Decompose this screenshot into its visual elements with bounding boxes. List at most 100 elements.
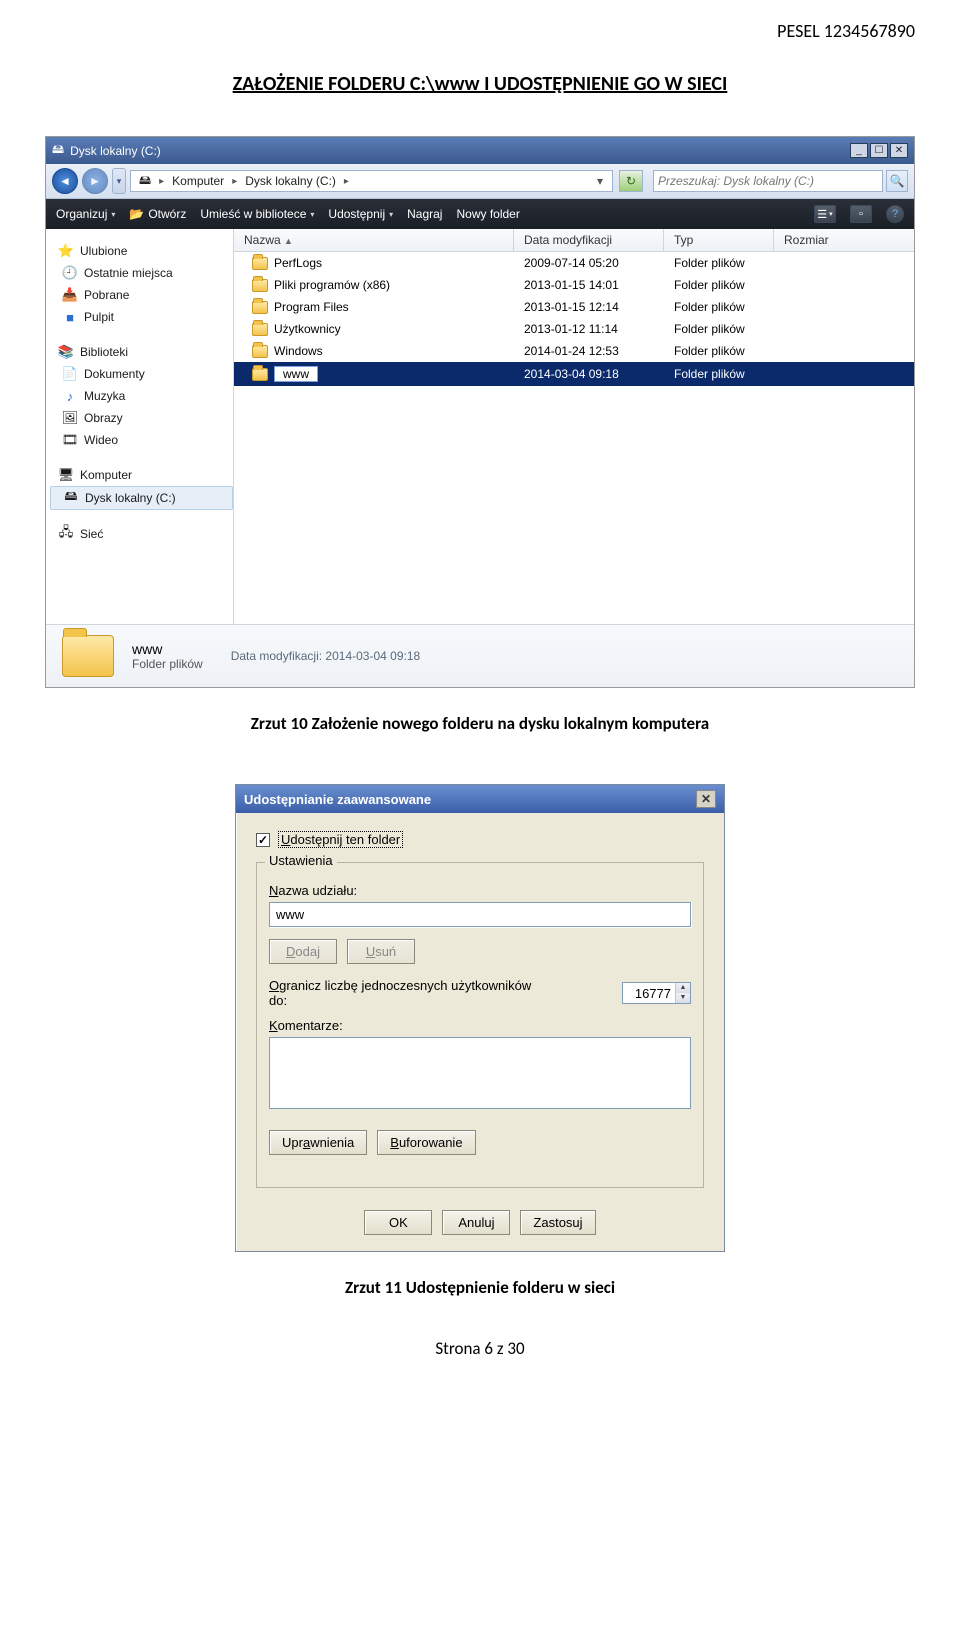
- drive-icon: 🖴: [52, 140, 64, 161]
- nav-history-drop[interactable]: ▾: [112, 168, 126, 194]
- window-title: Dysk lokalny (C:): [70, 144, 161, 158]
- help-button[interactable]: ?: [886, 205, 904, 223]
- minimize-button[interactable]: _: [850, 143, 868, 158]
- breadcrumb-seg[interactable]: Komputer: [168, 174, 228, 188]
- desktop-icon: ■: [62, 309, 78, 325]
- chevron-icon: ▸: [155, 176, 168, 187]
- figure-caption: Zrzut 10 Założenie nowego folderu na dys…: [45, 713, 915, 734]
- details-pane: www Folder plików Data modyfikacji: 2014…: [46, 624, 914, 687]
- computer-header[interactable]: 🖥Komputer: [50, 461, 233, 486]
- drive-icon: 🖴: [63, 490, 79, 506]
- table-row[interactable]: Użytkownicy 2013-01-12 11:14 Folder plik…: [234, 318, 914, 340]
- folder-icon: [252, 257, 268, 270]
- apply-button[interactable]: Zastosuj: [520, 1210, 595, 1235]
- back-button[interactable]: ◄: [52, 168, 78, 194]
- close-button[interactable]: ✕: [696, 790, 716, 808]
- new-folder-button[interactable]: Nowy folder: [456, 207, 519, 221]
- limit-users-spinner[interactable]: ▲ ▼: [622, 982, 691, 1004]
- chevron-icon: ▸: [340, 176, 353, 187]
- explorer-window: 🖴 Dysk lokalny (C:) _ ☐ ✕ ◄ ► ▾ 🖴 ▸ Komp…: [45, 136, 915, 688]
- sidebar-item[interactable]: ♪Muzyka: [50, 385, 233, 407]
- drive-icon: 🖴: [135, 171, 155, 192]
- sidebar-item[interactable]: ■Pulpit: [50, 306, 233, 328]
- limit-users-input[interactable]: [623, 983, 675, 1003]
- folder-icon: [62, 635, 114, 677]
- folder-icon: [252, 301, 268, 314]
- spinner-up[interactable]: ▲: [676, 983, 690, 993]
- sidebar-item[interactable]: 🖼Obrazy: [50, 407, 233, 429]
- share-menu[interactable]: Udostępnij▾: [328, 207, 393, 221]
- dialog-titlebar: Udostępnianie zaawansowane ✕: [236, 785, 724, 813]
- open-button[interactable]: 📂Otwórz: [129, 207, 186, 221]
- breadcrumb-seg[interactable]: Dysk lokalny (C:): [241, 174, 340, 188]
- libraries-header[interactable]: 📚Biblioteki: [50, 338, 233, 363]
- music-icon: ♪: [62, 388, 78, 404]
- network-header[interactable]: 🖧Sieć: [50, 520, 233, 545]
- sidebar-item[interactable]: 🎞Wideo: [50, 429, 233, 451]
- search-icon[interactable]: 🔍: [886, 170, 908, 192]
- table-row-selected[interactable]: www 2014-03-04 09:18 Folder plików: [234, 362, 914, 386]
- remove-button[interactable]: Usuń: [347, 939, 415, 964]
- burn-button[interactable]: Nagraj: [407, 207, 442, 221]
- sidebar-item[interactable]: 📄Dokumenty: [50, 363, 233, 385]
- chevron-icon: ▸: [228, 176, 241, 187]
- comments-label: Komentarze:: [269, 1018, 691, 1033]
- videos-icon: 🎞: [62, 432, 78, 448]
- advanced-sharing-dialog: Udostępnianie zaawansowane ✕ ✓ Udostępni…: [235, 784, 725, 1252]
- sidebar-item[interactable]: 📥Pobrane: [50, 284, 233, 306]
- folder-icon: [252, 368, 268, 381]
- ok-button[interactable]: OK: [364, 1210, 432, 1235]
- limit-users-label: Ogranicz liczbę jednoczesnych użytkownik…: [269, 978, 612, 1008]
- share-folder-label: Udostępnij ten folder: [278, 831, 403, 848]
- forward-button[interactable]: ►: [82, 168, 108, 194]
- refresh-button[interactable]: ↻: [619, 170, 643, 192]
- page-footer: Strona 6 z 30: [45, 1338, 915, 1359]
- view-menu[interactable]: ☰▾: [814, 205, 836, 223]
- explorer-titlebar: 🖴 Dysk lokalny (C:) _ ☐ ✕: [46, 137, 914, 164]
- library-icon: 📚: [58, 344, 74, 360]
- permissions-button[interactable]: Uprawnienia: [269, 1130, 367, 1155]
- favorites-header[interactable]: ⭐Ulubione: [50, 237, 233, 262]
- cancel-button[interactable]: Anuluj: [442, 1210, 510, 1235]
- comments-textarea[interactable]: [269, 1037, 691, 1109]
- caching-button[interactable]: Buforowanie: [377, 1130, 475, 1155]
- search-placeholder: Przeszukaj: Dysk lokalny (C:): [658, 174, 814, 188]
- table-row[interactable]: Pliki programów (x86) 2013-01-15 14:01 F…: [234, 274, 914, 296]
- pictures-icon: 🖼: [62, 410, 78, 426]
- section-title: ZAŁOŻENIE FOLDERU C:\www I UDOSTĘPNIENIE…: [45, 72, 915, 96]
- command-toolbar: Organizuj▾ 📂Otwórz Umieść w bibliotece▾ …: [46, 199, 914, 229]
- file-list: Nazwa ▲ Data modyfikacji Typ Rozmiar Per…: [234, 229, 914, 624]
- share-name-label: Nazwa udziału:: [269, 883, 691, 898]
- address-bar[interactable]: 🖴 ▸ Komputer ▸ Dysk lokalny (C:) ▸ ▾: [130, 170, 613, 192]
- preview-pane-button[interactable]: ▫: [850, 205, 872, 223]
- group-legend: Ustawienia: [265, 853, 337, 868]
- details-name: www: [132, 641, 203, 657]
- add-button[interactable]: Dodaj: [269, 939, 337, 964]
- organize-menu[interactable]: Organizuj▾: [56, 207, 115, 221]
- details-meta-label: Data modyfikacji:: [231, 649, 322, 663]
- table-row[interactable]: Program Files 2013-01-15 12:14 Folder pl…: [234, 296, 914, 318]
- details-type: Folder plików: [132, 657, 203, 671]
- folder-icon: [252, 279, 268, 292]
- spinner-down[interactable]: ▼: [676, 993, 690, 1003]
- maximize-button[interactable]: ☐: [870, 143, 888, 158]
- table-row[interactable]: PerfLogs 2009-07-14 05:20 Folder plików: [234, 252, 914, 274]
- sidebar-item[interactable]: 🕘Ostatnie miejsca: [50, 262, 233, 284]
- share-name-input[interactable]: [269, 902, 691, 927]
- include-library-menu[interactable]: Umieść w bibliotece▾: [200, 207, 314, 221]
- network-icon: 🖧: [58, 526, 74, 542]
- address-dropdown[interactable]: ▾: [592, 174, 608, 188]
- details-meta-value: 2014-03-04 09:18: [325, 649, 420, 663]
- sidebar-item-drive[interactable]: 🖴Dysk lokalny (C:): [50, 486, 233, 510]
- table-row[interactable]: Windows 2014-01-24 12:53 Folder plików: [234, 340, 914, 362]
- dialog-title: Udostępnianie zaawansowane: [244, 792, 431, 807]
- documents-icon: 📄: [62, 366, 78, 382]
- star-icon: ⭐: [58, 243, 74, 259]
- nav-toolbar: ◄ ► ▾ 🖴 ▸ Komputer ▸ Dysk lokalny (C:) ▸…: [46, 164, 914, 199]
- column-headers[interactable]: Nazwa ▲ Data modyfikacji Typ Rozmiar: [234, 229, 914, 252]
- rename-input[interactable]: www: [274, 366, 318, 382]
- folder-icon: [252, 345, 268, 358]
- close-button[interactable]: ✕: [890, 143, 908, 158]
- share-folder-checkbox[interactable]: ✓: [256, 833, 270, 847]
- search-input[interactable]: Przeszukaj: Dysk lokalny (C:): [653, 170, 883, 192]
